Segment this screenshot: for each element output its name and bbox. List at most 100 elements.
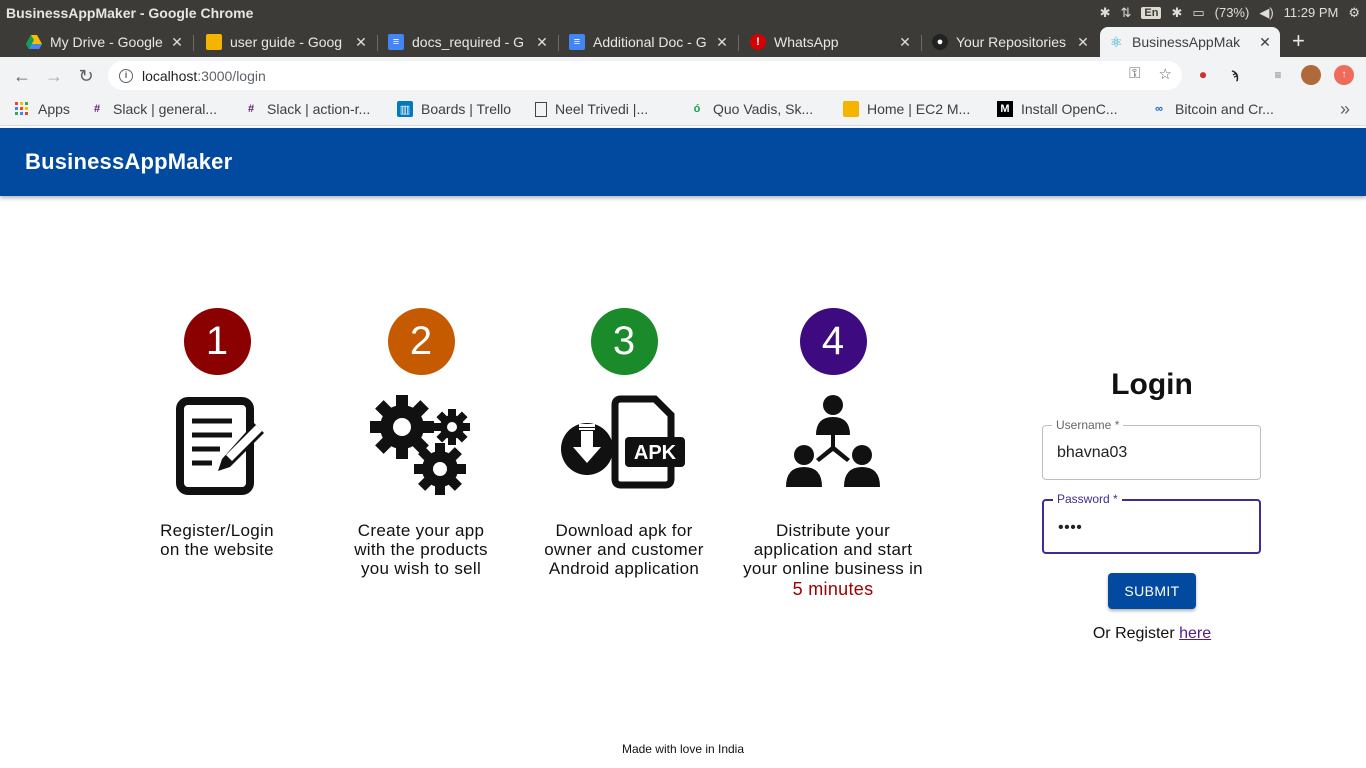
apps-grid-icon xyxy=(14,101,30,117)
bookmark-neel-trivedi[interactable]: Neel Trivedi |... xyxy=(535,101,648,117)
slides-icon xyxy=(206,34,222,50)
close-icon[interactable]: ✕ xyxy=(896,34,914,51)
login-title: Login xyxy=(1111,368,1193,401)
step-3: 3 APK Download apk for owner and custome… xyxy=(514,308,734,578)
step-4: 4 Distribute your application and start … xyxy=(723,308,943,599)
back-arrow-icon[interactable]: ← xyxy=(10,64,34,88)
tab-separator xyxy=(558,35,559,51)
window-title: BusinessAppMaker - Google Chrome xyxy=(6,4,254,21)
tab-separator xyxy=(377,35,378,51)
step-description: Register/Login on the website xyxy=(160,521,274,559)
bookmark-trello[interactable]: ▥ Boards | Trello xyxy=(397,101,511,117)
step-description: Create your app with the products you wi… xyxy=(354,521,488,578)
tab-github-repositories[interactable]: ● Your Repositories ✕ xyxy=(924,27,1098,57)
username-input[interactable] xyxy=(1057,444,1247,462)
distribution-network-icon xyxy=(778,393,888,503)
time-highlight: 5 minutes xyxy=(792,579,874,599)
drive-icon xyxy=(26,34,42,50)
bluetooth-icon[interactable]: ✱ xyxy=(1171,5,1182,21)
extension-script-icon[interactable]: ϡ xyxy=(1225,65,1245,85)
tab-strip: My Drive - Google ✕ user guide - Goog ✕ … xyxy=(0,25,1366,57)
tab-whatsapp[interactable]: ! WhatsApp ✕ xyxy=(742,27,920,57)
username-field[interactable]: Username * xyxy=(1042,418,1261,480)
password-label: Password * xyxy=(1053,492,1122,506)
step-1: 1 Register/Login on the website xyxy=(107,308,327,559)
docs-icon: ≡ xyxy=(569,34,585,50)
address-bar[interactable]: i localhost:3000/login ⚿ ☆ xyxy=(108,61,1182,90)
site-info-icon[interactable]: i xyxy=(119,68,133,83)
forward-arrow-icon[interactable]: → xyxy=(42,64,66,88)
bookmark-slack-general[interactable]: # Slack | general... xyxy=(89,101,217,117)
step-number: 3 xyxy=(590,308,658,375)
tab-separator xyxy=(921,35,922,51)
clock[interactable]: 11:29 PM xyxy=(1284,5,1339,20)
react-icon: ⚛ xyxy=(1109,33,1123,50)
trello-icon: ▥ xyxy=(397,101,413,117)
step-number: 1 xyxy=(183,308,251,375)
battery-percent: (73%) xyxy=(1214,5,1250,20)
extension-recorder-icon[interactable]: ⏺ xyxy=(1193,65,1213,85)
settings-gear-icon[interactable]: ⚙ xyxy=(1348,5,1360,21)
password-field[interactable]: Password * •••• xyxy=(1042,492,1261,554)
key-icon[interactable]: ⚿ xyxy=(1129,65,1140,83)
apk-download-icon: APK xyxy=(561,393,685,503)
link-icon: ∞ xyxy=(1155,103,1163,115)
close-icon[interactable]: ✕ xyxy=(352,34,370,51)
slack-icon: # xyxy=(247,103,255,115)
bookmarks-bar: Apps # Slack | general... # Slack | acti… xyxy=(0,94,1366,126)
docs-icon: ≡ xyxy=(388,34,404,50)
reload-icon[interactable]: ↻ xyxy=(74,64,98,88)
leaf-icon: ó xyxy=(693,103,701,115)
svg-text:APK: APK xyxy=(634,442,677,464)
app-header: BusinessAppMaker xyxy=(0,128,1366,196)
tab-additional-doc[interactable]: ≡ Additional Doc - G ✕ xyxy=(561,27,737,57)
app-title[interactable]: BusinessAppMaker xyxy=(25,149,232,175)
step-number: 4 xyxy=(799,308,867,375)
new-tab-button[interactable]: + xyxy=(1292,28,1305,54)
close-icon[interactable]: ✕ xyxy=(1256,34,1274,51)
slack-icon: # xyxy=(93,103,101,115)
bookmark-quo-vadis[interactable]: ó Quo Vadis, Sk... xyxy=(689,101,814,117)
tab-user-guide[interactable]: user guide - Goog ✕ xyxy=(198,27,376,57)
bookmark-ec2[interactable]: Home | EC2 M... xyxy=(843,101,970,117)
tab-separator xyxy=(738,35,739,51)
submit-button[interactable]: SUBMIT xyxy=(1108,573,1196,609)
alert-icon: ! xyxy=(750,34,766,50)
update-alert-icon[interactable]: ↑ xyxy=(1334,65,1354,85)
close-icon[interactable]: ✕ xyxy=(713,34,731,51)
page-icon xyxy=(535,101,547,117)
github-icon: ● xyxy=(932,34,948,50)
bookmark-star-icon[interactable]: ☆ xyxy=(1159,65,1172,83)
step-description: Distribute your application and start yo… xyxy=(723,521,943,599)
battery-icon[interactable]: ▭ xyxy=(1192,5,1204,21)
language-indicator[interactable]: En xyxy=(1141,6,1162,19)
tab-my-drive[interactable]: My Drive - Google ✕ xyxy=(18,27,192,57)
close-icon[interactable]: ✕ xyxy=(1074,34,1092,51)
bookmark-install-opencv[interactable]: M Install OpenC... xyxy=(997,101,1118,117)
username-label: Username * xyxy=(1052,418,1124,432)
avatar[interactable] xyxy=(1301,65,1321,85)
bookmark-slack-action[interactable]: # Slack | action-r... xyxy=(243,101,370,117)
more-bookmarks-icon[interactable]: » xyxy=(1340,99,1350,120)
media-queue-icon[interactable]: ≡ xyxy=(1268,65,1288,85)
register-document-icon xyxy=(162,393,272,503)
bookmark-apps[interactable]: Apps xyxy=(14,101,70,117)
tab-businessappmaker[interactable]: ⚛ BusinessAppMak ✕ xyxy=(1100,27,1280,57)
password-input[interactable]: •••• xyxy=(1058,519,1248,537)
box-icon xyxy=(843,101,859,117)
register-link[interactable]: here xyxy=(1179,625,1211,642)
gears-icon xyxy=(366,393,476,503)
url-text[interactable]: localhost:3000/login xyxy=(142,68,266,84)
step-description: Download apk for owner and customer Andr… xyxy=(544,521,704,578)
close-icon[interactable]: ✕ xyxy=(533,34,551,51)
step-number: 2 xyxy=(387,308,455,375)
network-icon[interactable]: ⇅ xyxy=(1120,5,1131,21)
bluetooth-icon[interactable]: ✱ xyxy=(1100,5,1111,21)
tab-docs-required[interactable]: ≡ docs_required - G ✕ xyxy=(380,27,557,57)
volume-icon[interactable]: ◀) xyxy=(1259,5,1273,21)
footer-text: Made with love in India xyxy=(621,742,745,756)
bookmark-bitcoin[interactable]: ∞ Bitcoin and Cr... xyxy=(1151,101,1274,117)
register-prompt: Or Register here xyxy=(1092,625,1212,642)
close-icon[interactable]: ✕ xyxy=(168,34,186,51)
tab-separator xyxy=(193,35,194,51)
